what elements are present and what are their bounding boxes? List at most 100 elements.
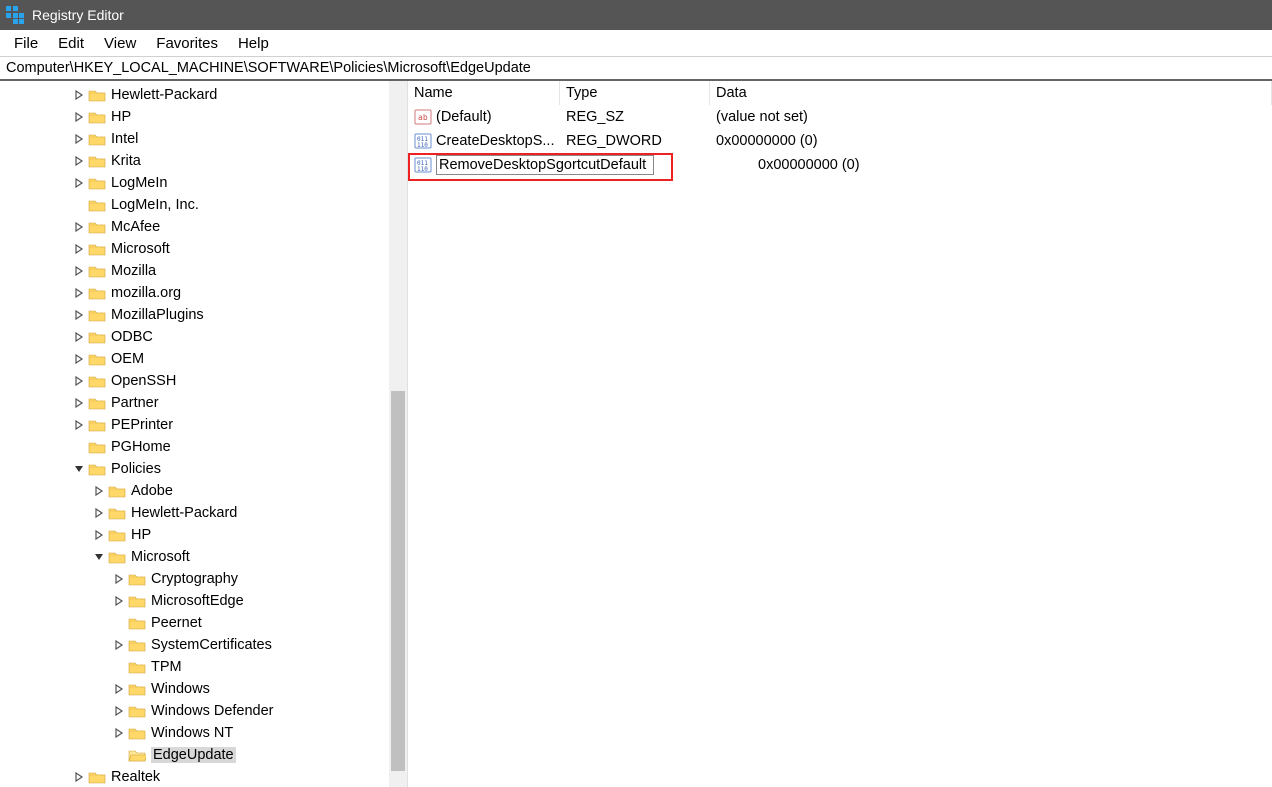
- tree-item-label: HP: [131, 527, 151, 543]
- chevron-right-icon[interactable]: [92, 484, 106, 498]
- tree-item-hp[interactable]: HP: [4, 524, 407, 546]
- folder-icon: [88, 352, 106, 366]
- folder-icon: [108, 506, 126, 520]
- chevron-right-icon[interactable]: [72, 242, 86, 256]
- tree-item-windows-defender[interactable]: Windows Defender: [4, 700, 407, 722]
- menu-view[interactable]: View: [94, 32, 146, 55]
- tree-item-oem[interactable]: OEM: [4, 348, 407, 370]
- tree-item-tpm[interactable]: TPM: [4, 656, 407, 678]
- tree-item-label: TPM: [151, 659, 182, 675]
- tree-item-mcafee[interactable]: McAfee: [4, 216, 407, 238]
- folder-icon: [88, 308, 106, 322]
- column-header-name[interactable]: Name: [408, 81, 560, 105]
- value-row[interactable]: 0x00000000 (0): [408, 153, 1272, 177]
- tree-item-label: Peernet: [151, 615, 202, 631]
- folder-icon: [128, 748, 146, 762]
- value-rename-input[interactable]: [436, 155, 654, 175]
- chevron-down-icon[interactable]: [72, 462, 86, 476]
- tree-item-microsoft[interactable]: Microsoft: [4, 238, 407, 260]
- chevron-right-icon[interactable]: [72, 374, 86, 388]
- menu-help[interactable]: Help: [228, 32, 279, 55]
- chevron-right-icon[interactable]: [72, 330, 86, 344]
- tree-item-realtek[interactable]: Realtek: [4, 766, 407, 787]
- menu-file[interactable]: File: [4, 32, 48, 55]
- tree-item-label: MozillaPlugins: [111, 307, 204, 323]
- value-data: 0x00000000 (0): [702, 155, 1272, 175]
- chevron-right-icon[interactable]: [72, 352, 86, 366]
- tree-item-mozilla[interactable]: Mozilla: [4, 260, 407, 282]
- chevron-right-icon[interactable]: [72, 264, 86, 278]
- chevron-right-icon[interactable]: [72, 770, 86, 784]
- value-row[interactable]: (Default)REG_SZ(value not set): [408, 105, 1272, 129]
- folder-icon: [128, 682, 146, 696]
- column-header-data[interactable]: Data: [710, 81, 1272, 105]
- value-type: REG_SZ: [560, 107, 710, 127]
- chevron-right-icon[interactable]: [72, 88, 86, 102]
- menu-edit[interactable]: Edit: [48, 32, 94, 55]
- tree-item-peprinter[interactable]: PEPrinter: [4, 414, 407, 436]
- value-name: [408, 153, 660, 177]
- tree-item-windows[interactable]: Windows: [4, 678, 407, 700]
- window-title: Registry Editor: [32, 7, 124, 23]
- tree-item-intel[interactable]: Intel: [4, 128, 407, 150]
- tree-item-microsoft[interactable]: Microsoft: [4, 546, 407, 568]
- chevron-right-icon[interactable]: [112, 594, 126, 608]
- chevron-right-icon[interactable]: [72, 418, 86, 432]
- tree-item-systemcertificates[interactable]: SystemCertificates: [4, 634, 407, 656]
- tree-pane: Hewlett-PackardHPIntelKritaLogMeInLogMeI…: [0, 81, 408, 787]
- tree-item-microsoftedge[interactable]: MicrosoftEdge: [4, 590, 407, 612]
- tree-item-logmein-inc-[interactable]: LogMeIn, Inc.: [4, 194, 407, 216]
- chevron-right-icon[interactable]: [112, 682, 126, 696]
- chevron-down-icon[interactable]: [92, 550, 106, 564]
- chevron-right-icon[interactable]: [112, 704, 126, 718]
- tree-item-peernet[interactable]: Peernet: [4, 612, 407, 634]
- tree-item-label: SystemCertificates: [151, 637, 272, 653]
- chevron-right-icon[interactable]: [112, 638, 126, 652]
- chevron-right-icon[interactable]: [72, 396, 86, 410]
- chevron-right-icon[interactable]: [112, 572, 126, 586]
- menu-favorites[interactable]: Favorites: [146, 32, 228, 55]
- tree-scrollbar-thumb[interactable]: [391, 391, 405, 771]
- tree-item-label: Windows: [151, 681, 210, 697]
- chevron-right-icon[interactable]: [72, 110, 86, 124]
- tree-item-pghome[interactable]: PGHome: [4, 436, 407, 458]
- folder-icon: [88, 770, 106, 784]
- chevron-right-icon[interactable]: [72, 176, 86, 190]
- tree-item-mozilla-org[interactable]: mozilla.org: [4, 282, 407, 304]
- folder-icon: [88, 110, 106, 124]
- tree-item-adobe[interactable]: Adobe: [4, 480, 407, 502]
- value-row[interactable]: CreateDesktopS...REG_DWORD0x00000000 (0): [408, 129, 1272, 153]
- chevron-right-icon[interactable]: [92, 506, 106, 520]
- chevron-right-icon[interactable]: [92, 528, 106, 542]
- tree-item-hp[interactable]: HP: [4, 106, 407, 128]
- tree-item-mozillaplugins[interactable]: MozillaPlugins: [4, 304, 407, 326]
- chevron-right-icon[interactable]: [72, 286, 86, 300]
- column-header-type[interactable]: Type: [560, 81, 710, 105]
- regedit-icon: [6, 6, 24, 24]
- tree-item-windows-nt[interactable]: Windows NT: [4, 722, 407, 744]
- folder-icon: [88, 374, 106, 388]
- tree-item-krita[interactable]: Krita: [4, 150, 407, 172]
- address-bar[interactable]: Computer\HKEY_LOCAL_MACHINE\SOFTWARE\Pol…: [0, 57, 1272, 81]
- tree-item-logmein[interactable]: LogMeIn: [4, 172, 407, 194]
- tree-item-odbc[interactable]: ODBC: [4, 326, 407, 348]
- folder-icon: [108, 528, 126, 542]
- binary-value-icon: [414, 132, 432, 150]
- tree-item-label: Cryptography: [151, 571, 238, 587]
- tree-item-policies[interactable]: Policies: [4, 458, 407, 480]
- tree-item-cryptography[interactable]: Cryptography: [4, 568, 407, 590]
- chevron-right-icon[interactable]: [72, 132, 86, 146]
- tree-scrollbar[interactable]: [389, 81, 407, 787]
- value-name-text: CreateDesktopS...: [436, 133, 554, 149]
- tree-item-openssh[interactable]: OpenSSH: [4, 370, 407, 392]
- tree-item-hewlett-packard[interactable]: Hewlett-Packard: [4, 502, 407, 524]
- chevron-right-icon[interactable]: [112, 726, 126, 740]
- chevron-right-icon[interactable]: [72, 154, 86, 168]
- tree-item-edgeupdate[interactable]: EdgeUpdate: [4, 744, 407, 766]
- chevron-right-icon[interactable]: [72, 308, 86, 322]
- folder-icon: [88, 396, 106, 410]
- tree-item-hewlett-packard[interactable]: Hewlett-Packard: [4, 84, 407, 106]
- folder-icon: [108, 484, 126, 498]
- chevron-right-icon[interactable]: [72, 220, 86, 234]
- tree-item-partner[interactable]: Partner: [4, 392, 407, 414]
